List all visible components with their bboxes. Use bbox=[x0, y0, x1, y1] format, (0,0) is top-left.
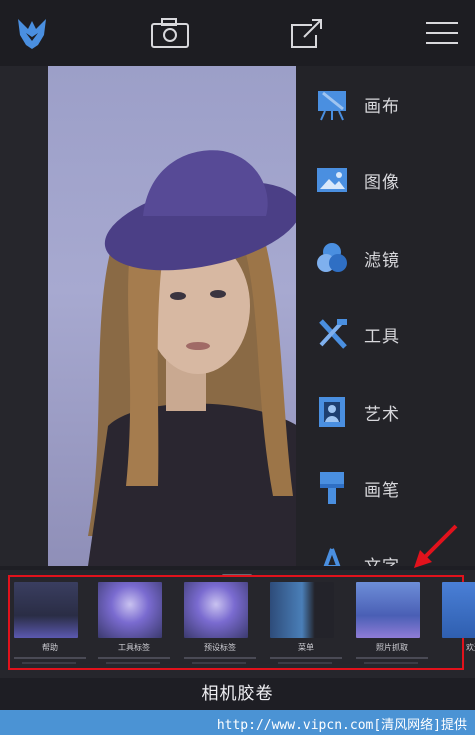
top-toolbar bbox=[0, 0, 475, 66]
tool-image[interactable]: 图像 bbox=[296, 150, 475, 210]
thumbnail-image bbox=[270, 582, 334, 638]
thumbnail-image bbox=[14, 582, 78, 638]
thumbnail-item[interactable]: 预设标签 bbox=[182, 580, 264, 668]
art-frame-icon bbox=[312, 392, 352, 432]
tool-menu: 画布 图像 滤镜 工具 艺术 画笔 bbox=[296, 66, 475, 566]
canvas-margin bbox=[0, 66, 48, 566]
tool-label: 图像 bbox=[364, 172, 400, 193]
tool-label: 文字 bbox=[364, 552, 400, 567]
camera-roll-title[interactable]: 相机胶卷 bbox=[0, 678, 475, 710]
thumbnail-image bbox=[98, 582, 162, 638]
tool-tools[interactable]: 工具 bbox=[296, 304, 475, 364]
annotation-arrow-icon bbox=[414, 524, 458, 568]
thumbnail-caption: 欢迎使 bbox=[466, 643, 475, 652]
tool-canvas[interactable]: 画布 bbox=[296, 74, 475, 134]
tool-label: 画布 bbox=[364, 96, 400, 117]
thumbnail-image bbox=[356, 582, 420, 638]
brush-icon bbox=[312, 468, 352, 508]
canvas-photo[interactable] bbox=[48, 66, 298, 566]
thumbnail-caption: 菜单 bbox=[298, 643, 314, 652]
tool-label: 工具 bbox=[364, 326, 400, 347]
thumbnail-list: 帮助 工具标签 预设标签 菜单 照片抓取 欢迎使 bbox=[12, 580, 475, 668]
share-icon[interactable] bbox=[282, 10, 330, 56]
hamburger-menu-icon[interactable] bbox=[418, 10, 466, 56]
thumbnail-item[interactable]: 菜单 bbox=[268, 580, 350, 668]
tool-art[interactable]: 艺术 bbox=[296, 382, 475, 442]
thumbnail-item[interactable]: 工具标签 bbox=[96, 580, 178, 668]
canvas-stage: 画布 图像 滤镜 工具 艺术 画笔 bbox=[0, 66, 475, 566]
tool-label: 滤镜 bbox=[364, 250, 400, 271]
thumbnail-caption: 帮助 bbox=[42, 643, 58, 652]
thumbnail-item[interactable]: 欢迎使 bbox=[440, 580, 475, 668]
thumbnail-item[interactable]: 帮助 bbox=[12, 580, 94, 668]
canvas-easel-icon bbox=[312, 84, 352, 124]
thumbnail-item[interactable]: 照片抓取 bbox=[354, 580, 436, 668]
tools-icon bbox=[312, 314, 352, 354]
filter-circles-icon bbox=[312, 238, 352, 278]
watermark-footer: http://www.vipcn.com[清风网络]提供 bbox=[0, 710, 475, 735]
tool-filter[interactable]: 滤镜 bbox=[296, 228, 475, 288]
fox-logo-icon[interactable] bbox=[8, 10, 56, 56]
footer-text: http://www.vipcn.com[清风网络]提供 bbox=[216, 718, 467, 733]
thumbnail-image bbox=[442, 582, 475, 638]
tool-label: 画笔 bbox=[364, 480, 400, 501]
thumbnail-caption: 预设标签 bbox=[204, 643, 236, 652]
thumbnail-caption: 照片抓取 bbox=[376, 643, 408, 652]
image-icon bbox=[312, 160, 352, 200]
text-icon bbox=[312, 544, 352, 566]
thumbnail-caption: 工具标签 bbox=[118, 643, 150, 652]
thumbnail-image bbox=[184, 582, 248, 638]
tool-label: 艺术 bbox=[364, 404, 400, 425]
tool-brush[interactable]: 画笔 bbox=[296, 458, 475, 518]
camera-icon[interactable] bbox=[146, 10, 194, 56]
